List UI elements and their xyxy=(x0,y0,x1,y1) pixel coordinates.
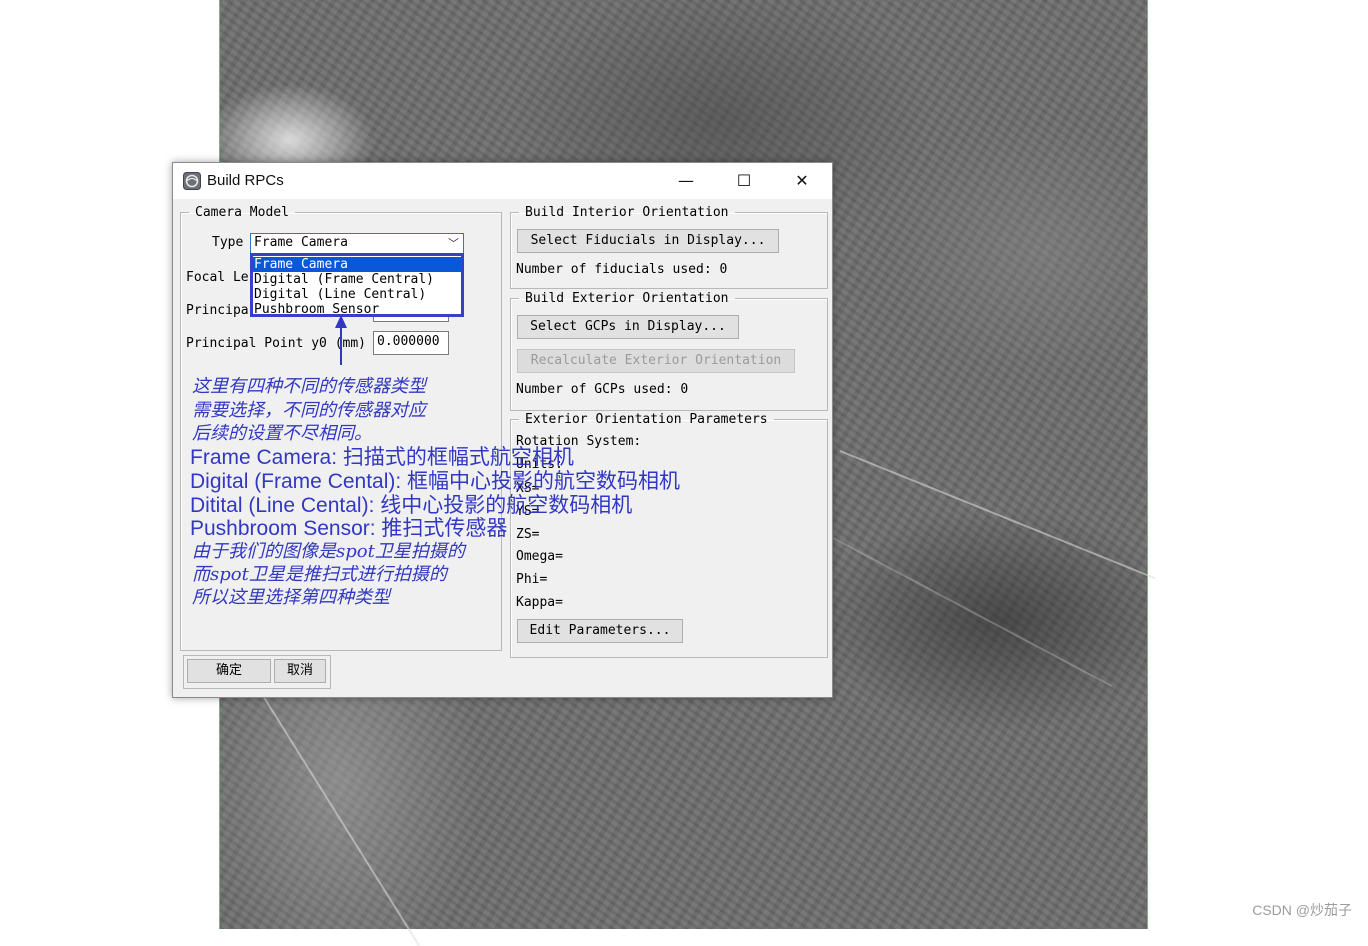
phi-label: Phi= xyxy=(516,572,548,587)
sensor-type-select[interactable]: Frame Camera ﹀ xyxy=(250,233,464,254)
watermark: CSDN @炒茄子 xyxy=(1252,902,1352,918)
annotation-arrow xyxy=(335,315,347,365)
chevron-down-icon[interactable]: ﹀ xyxy=(448,235,459,251)
recalculate-exterior-orientation-button[interactable]: Recalculate Exterior Orientation xyxy=(517,349,795,373)
edit-parameters-button[interactable]: Edit Parameters... xyxy=(517,619,683,643)
kappa-label: Kappa= xyxy=(516,595,563,610)
omega-label: Omega= xyxy=(516,549,563,564)
cancel-button[interactable]: 取消 xyxy=(274,659,326,683)
principal-x0-label: Principa xyxy=(186,303,249,318)
window-title: Build RPCs xyxy=(207,172,284,189)
maximize-button[interactable]: ☐ xyxy=(715,163,773,199)
exterior-orientation-legend: Build Exterior Orientation xyxy=(525,291,729,306)
option-frame-camera[interactable]: Frame Camera xyxy=(253,257,462,272)
fiducials-used-text: Number of fiducials used: 0 xyxy=(516,262,728,277)
type-label: Type xyxy=(212,235,244,250)
principal-y0-field[interactable]: 0.000000 xyxy=(373,331,449,355)
option-pushbroom-sensor[interactable]: Pushbroom Sensor xyxy=(253,302,462,317)
sensor-type-value: Frame Camera xyxy=(254,235,348,250)
sensor-type-dropdown-list: Frame Camera Digital (Frame Central) Dig… xyxy=(250,253,464,317)
option-digital-frame-central[interactable]: Digital (Frame Central) xyxy=(253,272,462,287)
select-fiducials-button[interactable]: Select Fiducials in Display... xyxy=(517,229,779,253)
close-button[interactable]: ✕ xyxy=(773,163,831,199)
option-digital-line-central[interactable]: Digital (Line Central) xyxy=(253,287,462,302)
ok-button[interactable]: 确定 xyxy=(187,659,271,683)
zs-label: ZS= xyxy=(516,527,540,542)
envi-globe-icon xyxy=(183,172,201,190)
focal-length-label: Focal Le xyxy=(186,270,249,285)
eo-parameters-legend: Exterior Orientation Parameters xyxy=(525,412,768,427)
title-bar[interactable]: Build RPCs — ☐ ✕ xyxy=(173,163,832,199)
gcps-used-text: Number of GCPs used: 0 xyxy=(516,382,689,397)
select-gcps-button[interactable]: Select GCPs in Display... xyxy=(517,315,739,339)
build-rpcs-dialog: Build RPCs — ☐ ✕ Camera Model Type Focal… xyxy=(172,162,833,698)
annotation-line-1: 这里有四种不同的传感器类型 xyxy=(192,376,426,397)
interior-orientation-legend: Build Interior Orientation xyxy=(525,205,729,220)
annotation-line-10: 所以这里选择第四种类型 xyxy=(192,587,390,608)
minimize-button[interactable]: — xyxy=(657,163,715,199)
camera-model-legend: Camera Model xyxy=(195,205,289,220)
